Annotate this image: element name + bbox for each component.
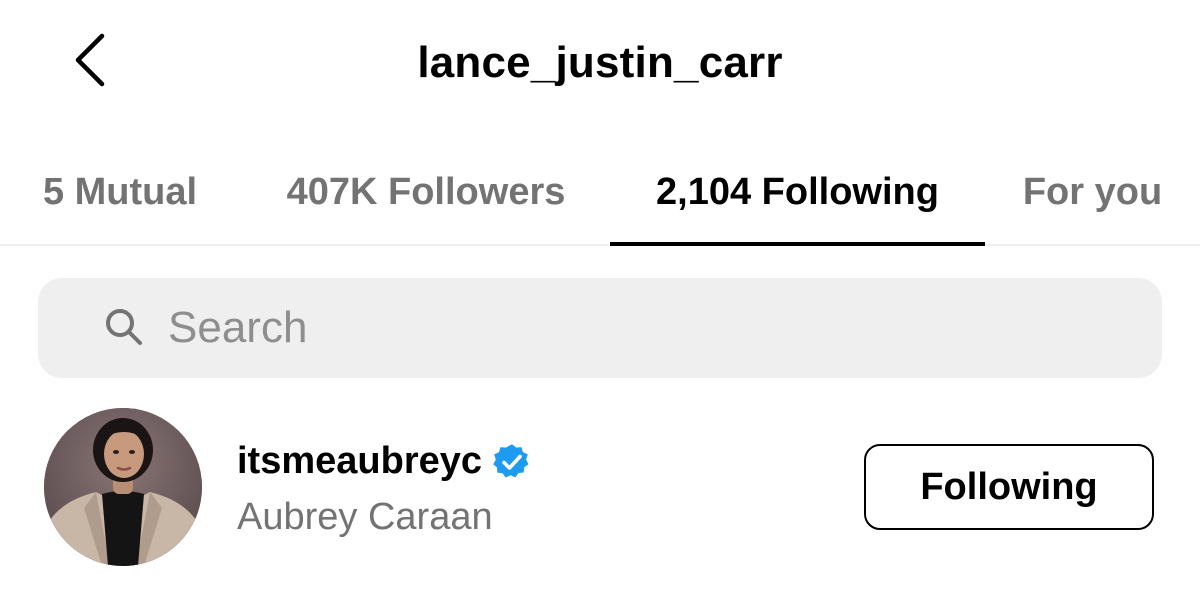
active-tab-indicator — [610, 242, 985, 246]
tab-label: 5 Mutual — [42, 170, 198, 213]
tab-bar: 5 Mutual 407K Followers 2,104 Following … — [0, 140, 1200, 246]
verified-badge-icon — [493, 443, 529, 478]
tab-mutual[interactable]: 5 Mutual — [20, 140, 220, 244]
tab-label: 2,104 Following — [656, 170, 939, 213]
tab-for-you[interactable]: For you — [1000, 140, 1185, 244]
following-list-screen: lance_justin_carr 5 Mutual 407K Follower… — [0, 0, 1200, 595]
list-item[interactable]: itsmeaubreyc Aubrey Caraan Following — [0, 400, 1200, 580]
search-input[interactable] — [168, 278, 1128, 378]
following-button[interactable]: Following — [864, 444, 1154, 530]
tab-label: 407K Followers — [286, 170, 566, 213]
username[interactable]: itsmeaubreyc — [237, 440, 482, 483]
tab-followers[interactable]: 407K Followers — [262, 140, 590, 244]
avatar-image — [44, 408, 202, 566]
search-icon — [106, 309, 142, 345]
header: lance_justin_carr — [0, 0, 1200, 120]
username-row: itsmeaubreyc — [237, 440, 532, 483]
full-name: Aubrey Caraan — [237, 496, 493, 538]
page-title: lance_justin_carr — [417, 38, 783, 87]
tab-label: For you — [1022, 170, 1163, 213]
avatar[interactable] — [44, 408, 202, 566]
search-bar[interactable] — [38, 278, 1162, 378]
tab-following[interactable]: 2,104 Following — [610, 140, 985, 246]
